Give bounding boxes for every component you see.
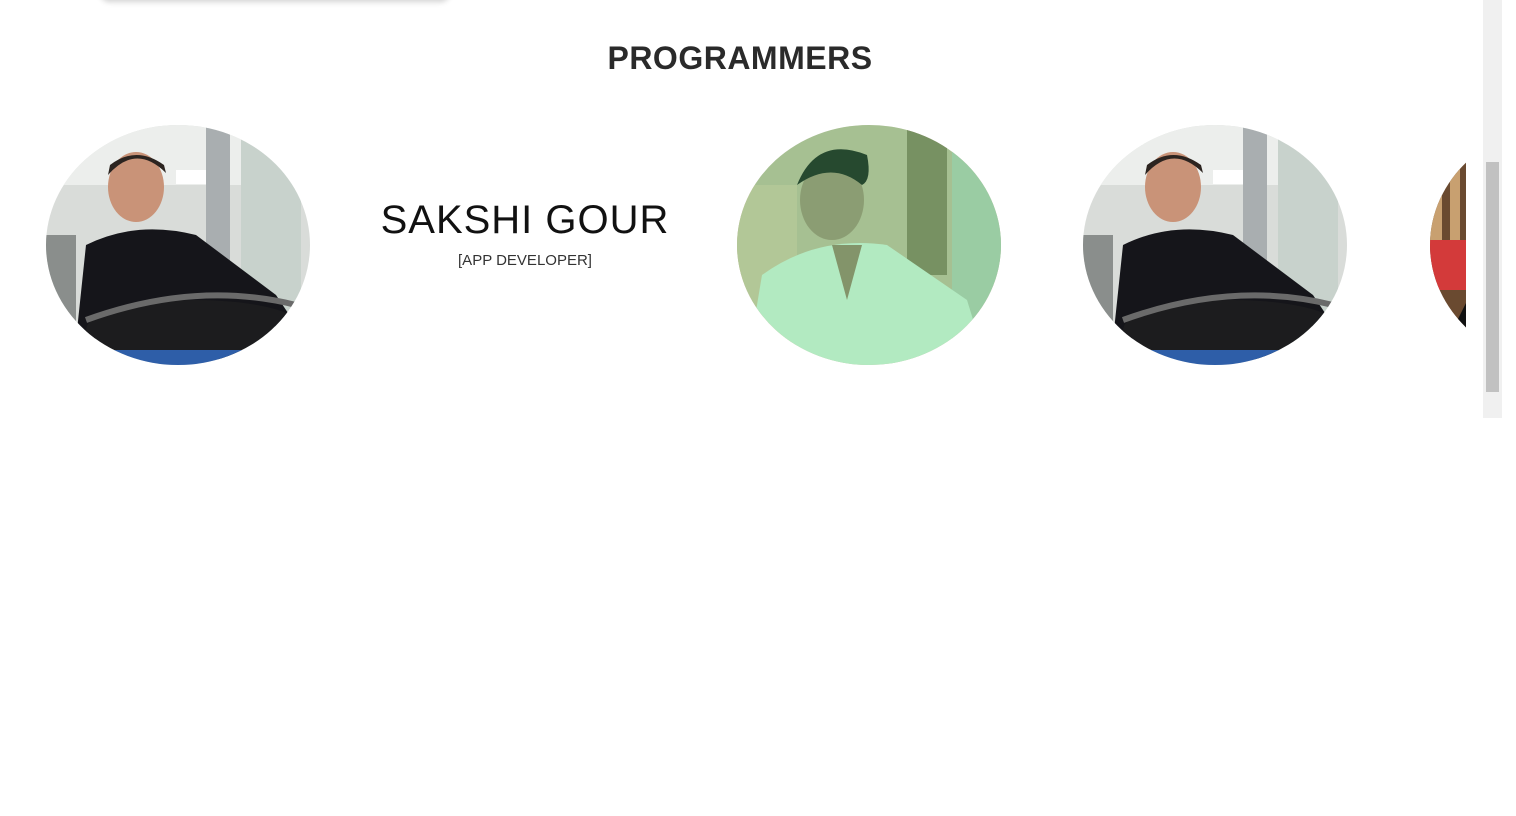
section-title: PROGRAMMERS (607, 40, 873, 76)
programmer-photo[interactable] (737, 125, 1001, 365)
programmer-role: [APP DEVELOPER] (458, 252, 592, 269)
programmer-photo[interactable] (46, 125, 310, 365)
programmer-photo[interactable] (1430, 125, 1466, 365)
programmer-info: SAKSHI GOUR [APP DEVELOPER] (345, 196, 705, 269)
programmer-photo[interactable] (1083, 125, 1347, 365)
programmer-name: SAKSHI GOUR (380, 198, 670, 242)
programmers-carousel[interactable]: SAKSHI GOUR [APP DEVELOPER] (0, 120, 1466, 370)
vertical-scrollbar[interactable] (1483, 0, 1502, 418)
scrollbar-thumb[interactable] (1486, 162, 1499, 392)
